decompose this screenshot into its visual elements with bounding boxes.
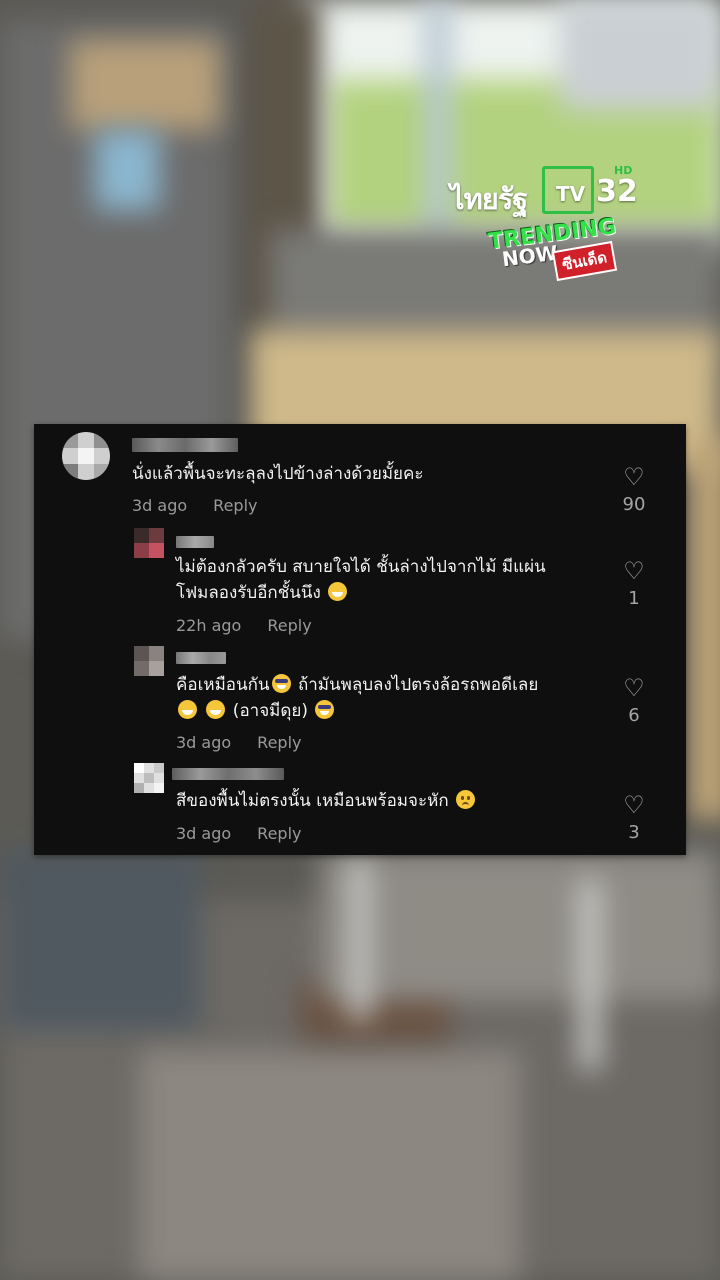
like-count: 90 bbox=[622, 494, 646, 515]
comment-text-line1: ไม่ต้องกลัวครับ สบายใจได้ ชั้นล่างไปจากไ… bbox=[176, 557, 546, 577]
heart-icon[interactable]: ♡ bbox=[614, 558, 654, 584]
sunglasses-face-icon bbox=[315, 700, 335, 719]
comments-panel: นั่งแล้วพื้นจะทะลุลงไปข้างล่างด้วยมั้ยคะ… bbox=[34, 424, 686, 855]
comment-meta: 22h ago Reply bbox=[176, 616, 312, 635]
heart-icon[interactable]: ♡ bbox=[614, 464, 654, 490]
comment-time: 22h ago bbox=[176, 616, 242, 635]
like-button[interactable]: ♡ 6 bbox=[614, 675, 654, 726]
username-redacted bbox=[176, 652, 226, 664]
heart-icon[interactable]: ♡ bbox=[614, 792, 654, 818]
logo-hd-badge: HD bbox=[614, 164, 633, 177]
comment-time: 3d ago bbox=[176, 824, 232, 843]
logo-channel-number: 32 bbox=[596, 174, 638, 209]
logo-thai-text: ไทยรัฐ bbox=[450, 182, 528, 216]
pleading-face-icon bbox=[456, 790, 476, 809]
comment-time: 3d ago bbox=[132, 496, 188, 515]
comment-meta: 3d ago Reply bbox=[176, 824, 301, 843]
comment-text-line1: สีของพื้นไม่ตรงนั้น เหมือนพร้อมจะหัก bbox=[176, 788, 477, 815]
comment-text: ถ้ามันพลุบลงไปตรงล้อรถพอดีเลย bbox=[292, 675, 539, 695]
scene-tag: ซีนเด็ด bbox=[551, 240, 618, 282]
comment-text-line2: โฟมลองรับอีกชั้นนึง bbox=[176, 580, 349, 607]
comment-text: โฟมลองรับอีกชั้นนึง bbox=[176, 583, 321, 603]
channel-logo: ไทยรัฐ TV 32 HD TRENDING NOW ซีนเด็ด bbox=[446, 162, 646, 292]
like-count: 3 bbox=[628, 822, 640, 843]
reply-button[interactable]: Reply bbox=[257, 733, 301, 752]
comment-text: นั่งแล้วพื้นจะทะลุลงไปข้างล่างด้วยมั้ยคะ bbox=[132, 464, 424, 484]
comment-text-line1: คือเหมือนกัน ถ้ามันพลุบลงไปตรงล้อรถพอดีเ… bbox=[176, 672, 538, 699]
comment-text: (อาจมีดุย) bbox=[227, 701, 308, 721]
avatar bbox=[134, 646, 164, 676]
comment-text-line2: (อาจมีดุย) bbox=[176, 698, 336, 725]
avatar bbox=[62, 432, 110, 480]
like-count: 1 bbox=[628, 588, 640, 609]
comment-text: สีของพื้นไม่ตรงนั้น เหมือนพร้อมจะหัก bbox=[176, 791, 449, 811]
comment-meta: 3d ago Reply bbox=[132, 496, 257, 515]
username-redacted bbox=[176, 536, 214, 548]
heart-icon[interactable]: ♡ bbox=[614, 675, 654, 701]
like-count: 6 bbox=[628, 705, 640, 726]
avatar bbox=[134, 763, 164, 793]
logo-tv-text: TV bbox=[556, 182, 586, 206]
avatar bbox=[134, 528, 164, 558]
reply-button[interactable]: Reply bbox=[257, 824, 301, 843]
like-button[interactable]: ♡ 3 bbox=[614, 792, 654, 843]
username-redacted bbox=[132, 438, 238, 452]
like-button[interactable]: ♡ 1 bbox=[614, 558, 654, 609]
like-button[interactable]: ♡ 90 bbox=[614, 464, 654, 515]
reply-button[interactable]: Reply bbox=[267, 616, 311, 635]
grinning-face-icon bbox=[178, 700, 197, 719]
comment-text: คือเหมือนกัน bbox=[176, 675, 270, 695]
comment-time: 3d ago bbox=[176, 733, 232, 752]
username-redacted bbox=[172, 768, 284, 780]
comment-meta: 3d ago Reply bbox=[176, 733, 301, 752]
sunglasses-face-icon bbox=[271, 674, 291, 693]
grinning-face-icon bbox=[206, 700, 226, 719]
reply-button[interactable]: Reply bbox=[213, 496, 257, 515]
grinning-face-icon bbox=[328, 582, 348, 601]
